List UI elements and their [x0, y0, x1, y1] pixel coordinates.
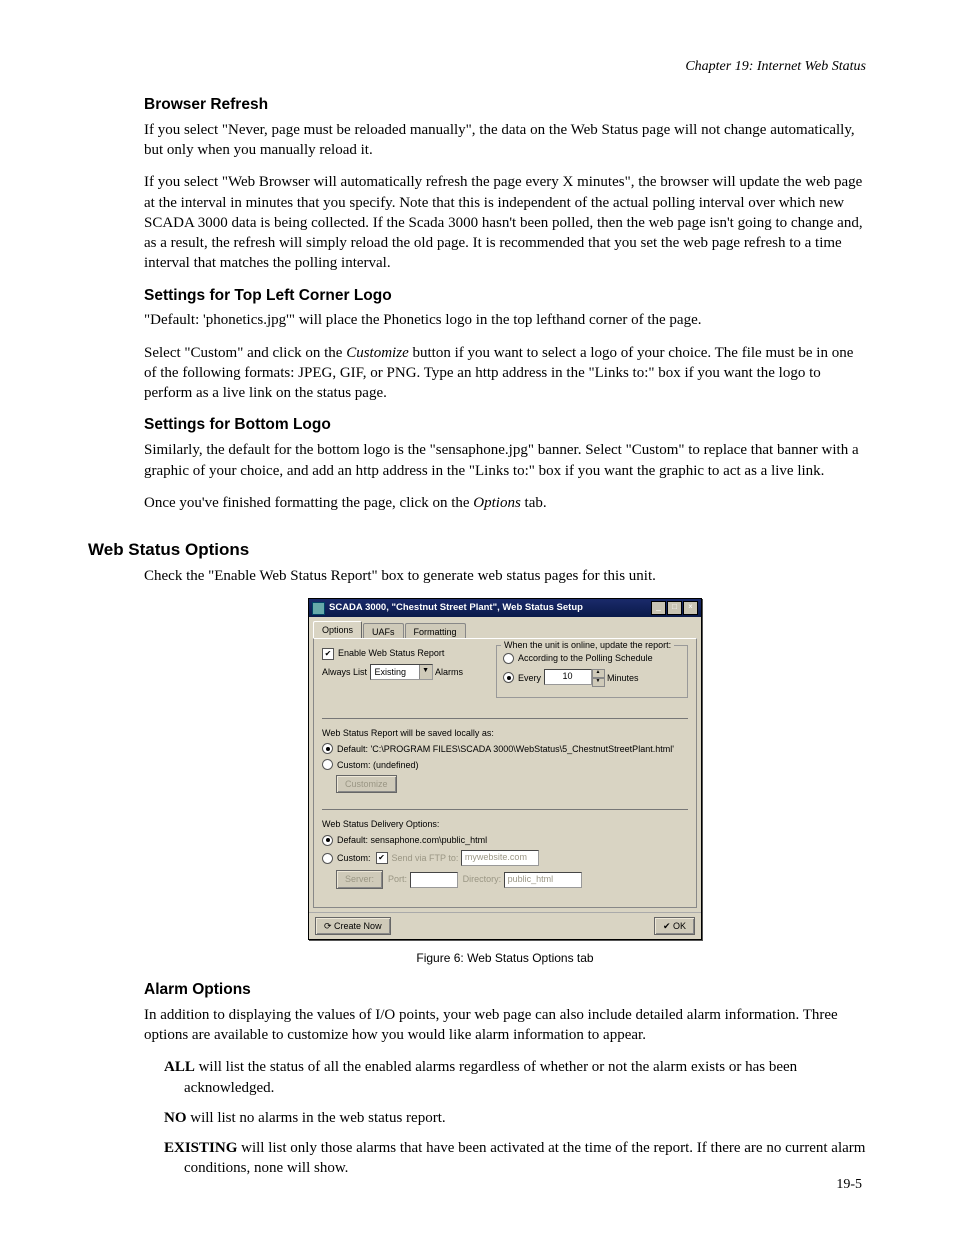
label-always-list: Always List [322, 666, 367, 678]
text: will list no alarms in the web status re… [187, 1110, 446, 1126]
port-field[interactable] [410, 872, 458, 888]
spin-every-minutes[interactable]: 10 ▲▼ [544, 669, 605, 687]
ok-button[interactable]: ✔ OK [654, 917, 695, 935]
heading-browser-refresh: Browser Refresh [144, 95, 866, 116]
minimize-button[interactable]: _ [651, 601, 666, 615]
group-label: Web Status Delivery Options: [322, 818, 688, 830]
italic-text: Customize [346, 345, 409, 361]
radio-label: Default: sensaphone.com\public_html [337, 834, 487, 846]
radio-every-minutes[interactable] [503, 672, 514, 683]
text: will list only those alarms that have be… [184, 1140, 865, 1176]
checkbox-label: Enable Web Status Report [338, 647, 444, 659]
page-number: 19-5 [836, 1176, 862, 1195]
close-button[interactable]: × [683, 601, 698, 615]
heading-alarm-options: Alarm Options [144, 980, 866, 1001]
checkbox-label: Send via FTP to: [392, 852, 459, 864]
term-all: ALL [164, 1059, 195, 1075]
tab-options[interactable]: Options [313, 621, 362, 638]
combo-always-list[interactable]: Existing ▼ [370, 664, 433, 680]
group-save-locally: Web Status Report will be saved locally … [322, 718, 688, 804]
list-item-no: NO will list no alarms in the web status… [184, 1108, 866, 1128]
group-delivery-options: Web Status Delivery Options: Default: se… [322, 809, 688, 898]
figure-web-status-options: SCADA 3000, "Chestnut Street Plant", Web… [144, 598, 866, 939]
paragraph: If you select "Web Browser will automati… [144, 172, 866, 273]
paragraph: If you select "Never, page must be reloa… [144, 120, 866, 161]
spin-value[interactable]: 10 [544, 669, 592, 685]
running-header: Chapter 19: Internet Web Status [88, 58, 866, 77]
text: tab. [521, 495, 547, 511]
tab-panel-options: When the unit is online, update the repo… [313, 638, 697, 907]
radio-save-default[interactable] [322, 743, 333, 754]
app-icon [312, 602, 325, 615]
radio-delivery-custom[interactable] [322, 853, 333, 864]
customize-button[interactable]: Customize [336, 775, 397, 793]
italic-text: Options [473, 495, 521, 511]
checkbox-send-ftp[interactable]: ✔ [376, 852, 388, 864]
list-item-all: ALL will list the status of all the enab… [184, 1057, 866, 1098]
term-no: NO [164, 1110, 187, 1126]
dialog-title: SCADA 3000, "Chestnut Street Plant", Web… [329, 602, 651, 615]
button-label: Create Now [334, 921, 382, 931]
server-options-button[interactable]: Server: [336, 870, 383, 888]
list-item-existing: EXISTING will list only those alarms tha… [184, 1138, 866, 1179]
dialog-web-status-setup: SCADA 3000, "Chestnut Street Plant", Web… [308, 598, 702, 939]
spin-up-icon[interactable]: ▲ [592, 669, 605, 678]
radio-label: Default: 'C:\PROGRAM FILES\SCADA 3000\We… [337, 743, 674, 755]
directory-field[interactable]: public_html [504, 872, 582, 888]
radio-save-custom[interactable] [322, 759, 333, 770]
spin-down-icon[interactable]: ▼ [592, 678, 605, 687]
combo-value: Existing [371, 666, 419, 678]
heading-bottom-logo: Settings for Bottom Logo [144, 415, 866, 436]
group-update-report: When the unit is online, update the repo… [496, 645, 688, 697]
label-port: Port: [388, 873, 407, 885]
paragraph: Select "Custom" and click on the Customi… [144, 343, 866, 404]
radio-polling-schedule[interactable] [503, 653, 514, 664]
paragraph: "Default: 'phonetics.jpg'" will place th… [144, 310, 866, 330]
group-label: When the unit is online, update the repo… [501, 639, 674, 651]
dialog-titlebar: SCADA 3000, "Chestnut Street Plant", Web… [309, 599, 701, 617]
term-existing: EXISTING [164, 1140, 237, 1156]
paragraph: Once you've finished formatting the page… [144, 493, 866, 513]
paragraph: Similarly, the default for the bottom lo… [144, 440, 866, 481]
refresh-icon: ⟳ [324, 921, 334, 931]
radio-delivery-default[interactable] [322, 835, 333, 846]
dialog-bottom-bar: ⟳ Create Now ✔ OK [309, 912, 701, 939]
heading-top-logo: Settings for Top Left Corner Logo [144, 286, 866, 307]
group-label: Web Status Report will be saved locally … [322, 727, 688, 739]
ftp-host-field[interactable]: mywebsite.com [461, 850, 539, 866]
label-directory: Directory: [463, 873, 502, 885]
figure-caption: Figure 6: Web Status Options tab [144, 950, 866, 966]
radio-label-suffix: Minutes [607, 672, 639, 684]
check-icon: ✔ [663, 921, 673, 931]
button-label: OK [673, 921, 686, 931]
create-now-button[interactable]: ⟳ Create Now [315, 917, 391, 935]
chevron-down-icon[interactable]: ▼ [419, 665, 432, 679]
radio-label: According to the Polling Schedule [518, 652, 653, 664]
paragraph: In addition to displaying the values of … [144, 1005, 866, 1046]
label-suffix: Alarms [435, 666, 463, 678]
checkbox-enable-web-status[interactable]: ✔ [322, 648, 334, 660]
paragraph: Check the "Enable Web Status Report" box… [144, 566, 866, 586]
radio-label: Every [518, 672, 541, 684]
text: Once you've finished formatting the page… [144, 495, 473, 511]
tab-strip: Options UAFs Formatting [309, 617, 701, 638]
heading-web-status-options: Web Status Options [88, 539, 866, 562]
text: will list the status of all the enabled … [184, 1059, 797, 1095]
radio-label: Custom: (undefined) [337, 759, 419, 771]
text: Select "Custom" and click on the [144, 345, 346, 361]
radio-label: Custom: [337, 852, 371, 864]
maximize-button[interactable]: □ [667, 601, 682, 615]
